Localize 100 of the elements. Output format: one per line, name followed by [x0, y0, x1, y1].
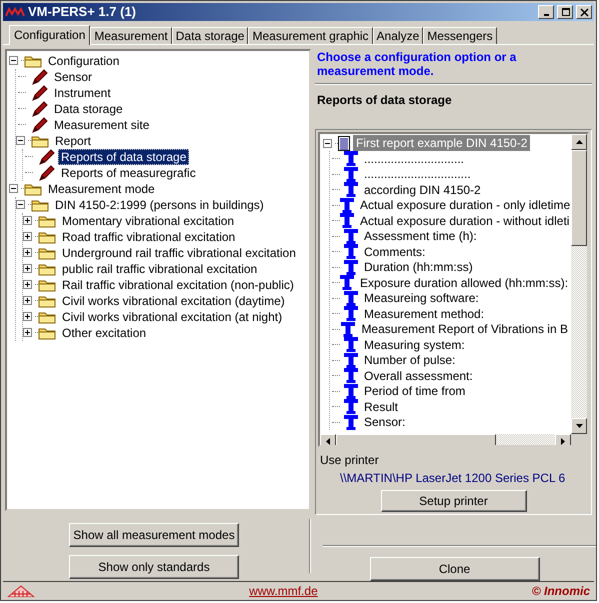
tree-item[interactable]: Reports of data storage	[58, 148, 190, 165]
horizontal-scrollbar[interactable]	[320, 434, 571, 445]
folder-icon	[24, 182, 42, 196]
pencil-icon	[30, 100, 48, 117]
setup-printer-button[interactable]: Setup printer	[380, 490, 526, 512]
tree-item[interactable]: Measurement mode	[45, 180, 158, 197]
pencil-icon	[30, 84, 48, 101]
tree-item[interactable]: Measureing software:	[361, 290, 482, 306]
tree-item[interactable]: Sensor:	[361, 414, 408, 430]
expand-icon[interactable]	[23, 280, 32, 290]
tree-item[interactable]: public rail traffic vibrational excitation	[59, 260, 260, 277]
tree-item[interactable]: Underground rail traffic vibrational excitation	[59, 244, 299, 261]
tree-item[interactable]: Sensor	[51, 68, 96, 85]
down-arrow-icon	[576, 424, 582, 428]
folder-icon	[38, 326, 56, 340]
tree-item[interactable]: Measurement method:	[361, 306, 488, 322]
folder-icon	[38, 294, 56, 308]
folder-icon	[38, 262, 56, 276]
tree-item[interactable]: Actual exposure duration - without idleti	[357, 212, 571, 229]
tree-item[interactable]: Measurement Report of Vibrations in B	[358, 321, 571, 338]
section-title: Reports of data storage	[316, 92, 453, 109]
clone-button[interactable]: Clone	[370, 556, 540, 581]
expand-icon[interactable]	[23, 296, 32, 306]
tree-item[interactable]: Road traffic vibrational excitation	[59, 228, 238, 245]
tab[interactable]: Data storage	[172, 26, 248, 44]
left-arrow-icon	[326, 438, 330, 445]
maximize-icon[interactable]	[560, 6, 570, 17]
tree-item[interactable]: Configuration	[45, 52, 122, 69]
tree-item[interactable]: Assessment time (h):	[361, 228, 480, 244]
maximize-button[interactable]	[557, 4, 573, 19]
tree-item[interactable]: Other excitation	[59, 324, 150, 341]
close-icon[interactable]	[578, 6, 590, 17]
tree-item[interactable]: Overall assessment:	[361, 368, 476, 384]
tree-item[interactable]: Instrument	[51, 84, 114, 101]
tree-item[interactable]: Data storage	[51, 100, 126, 117]
tree-item[interactable]: Rail traffic vibrational excitation (non-public)	[59, 276, 297, 293]
tab[interactable]: Analyze	[372, 26, 424, 44]
collapse-icon[interactable]	[16, 136, 25, 146]
website-link[interactable]: www.mmf.de	[35, 584, 532, 598]
text-icon	[344, 337, 358, 352]
expand-icon[interactable]	[23, 328, 32, 338]
house-logo-icon	[7, 584, 35, 597]
tree-item[interactable]: Actual exposure duration - only idletime	[357, 197, 571, 214]
text-icon	[344, 244, 358, 260]
expand-icon[interactable]	[23, 264, 32, 274]
text-icon	[344, 260, 358, 275]
up-arrow-icon	[576, 140, 582, 144]
right-arrow-icon	[561, 438, 565, 445]
tree-item[interactable]: according DIN 4150-2	[361, 182, 484, 198]
collapse-icon[interactable]	[323, 138, 332, 148]
collapse-icon[interactable]	[16, 200, 25, 210]
text-icon	[344, 368, 358, 384]
tree-item[interactable]: DIN 4150-2:1999 (persons in buildings)	[52, 196, 267, 213]
mode-button[interactable]: Show all measurement modes	[69, 522, 239, 547]
expand-icon[interactable]	[23, 312, 32, 322]
tree-item[interactable]: Duration (hh:mm:ss)	[361, 259, 476, 276]
tree-item[interactable]: Result	[361, 398, 402, 415]
tree-item[interactable]: Reports of measuregrafic	[58, 164, 199, 181]
vertical-scrollbar[interactable]	[571, 134, 587, 434]
folder-icon	[38, 214, 56, 228]
pencil-icon	[30, 68, 48, 85]
tab[interactable]: Messengers	[423, 26, 497, 44]
collapse-icon[interactable]	[9, 184, 18, 194]
tree-item[interactable]: Civil works vibrational excitation (at night)	[59, 308, 286, 325]
close-button[interactable]	[576, 4, 592, 19]
text-icon	[344, 414, 358, 430]
logo-icon	[5, 6, 25, 17]
expand-icon[interactable]	[23, 248, 32, 258]
text-icon	[344, 290, 358, 306]
tree-item[interactable]: Exposure duration allowed (hh:mm:ss):	[357, 274, 571, 291]
tree-item[interactable]: Number of pulse:	[361, 352, 458, 368]
text-icon	[344, 228, 358, 244]
tab[interactable]: Measurement graphic	[248, 26, 373, 44]
tree-item[interactable]: Report	[52, 132, 94, 149]
document-icon	[338, 136, 350, 151]
collapse-icon[interactable]	[9, 56, 18, 66]
tree-item[interactable]: Momentary vibrational excitation	[59, 212, 238, 229]
pencil-icon	[37, 148, 55, 165]
tree-item[interactable]: First report example DIN 4150-2	[353, 135, 530, 152]
tree-item[interactable]: Measurement site	[51, 116, 152, 133]
mode-button[interactable]: Show only standards	[69, 554, 239, 579]
tree-item[interactable]: Civil works vibrational excitation (daytime)	[59, 292, 288, 309]
minimize-button[interactable]	[538, 4, 554, 19]
window-title: VM-PERS+ 1.7 (1)	[28, 4, 138, 20]
expand-icon[interactable]	[23, 216, 32, 226]
expand-icon[interactable]	[23, 232, 32, 242]
tree-item[interactable]: Comments:	[361, 244, 428, 260]
tree-item[interactable]: ................................	[361, 166, 474, 182]
text-icon	[340, 213, 354, 228]
tab[interactable]: Configuration	[9, 24, 90, 45]
text-icon	[344, 166, 358, 182]
tree-item[interactable]: ..............................	[361, 150, 468, 167]
tree-item[interactable]: Period of time from	[361, 383, 468, 400]
tab[interactable]: Measurement	[90, 26, 172, 44]
folder-icon	[38, 310, 56, 324]
pencil-icon	[37, 164, 55, 181]
copyright-text: © Innomic	[532, 584, 590, 598]
hint-text: Choose a configuration option or a measurement mode.	[316, 48, 518, 79]
tree-item[interactable]: Measuring system:	[361, 336, 468, 353]
pencil-icon	[30, 116, 48, 133]
